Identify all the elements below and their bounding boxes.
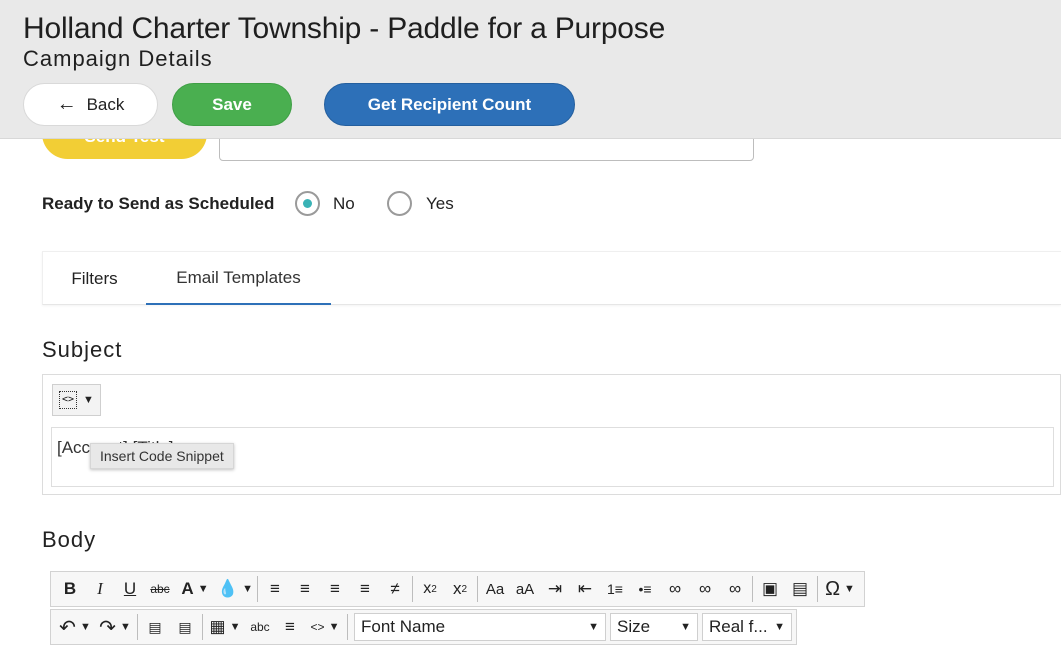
align-right-icon[interactable]: ≡ [320,575,350,603]
get-recipient-count-button[interactable]: Get Recipient Count [324,83,575,126]
back-button[interactable]: ← Back [23,83,158,126]
subject-input[interactable]: [Account] [Title] Insert Code Snippet [51,427,1054,487]
chevron-down-icon: ▼ [588,621,599,633]
code-snippet-icon: <> [59,391,78,409]
body-toolbar-row-2: ↶ ▼ ↷ ▼ ▤ ▤ ▦ ▼ abc ≡ <> ▼ Font Name ▼ Size … [50,609,797,645]
outdent-icon[interactable]: ⇤ [570,575,600,603]
arrow-left-icon: ← [56,93,77,115]
ready-no-radio[interactable] [295,191,320,216]
insert-code-snippet-button[interactable]: <> ▼ [52,384,101,416]
font-name-value: Font Name [361,617,446,636]
toolbar-divider [817,576,818,602]
font-color-icon[interactable]: A ▼ [175,575,215,603]
subscript-icon[interactable]: x2 [445,575,475,603]
align-center-icon[interactable]: ≡ [290,575,320,603]
toolbar-divider [257,576,258,602]
body-heading: Body [42,527,97,552]
anchor-icon[interactable]: ∞ [720,575,750,603]
paste-as-text-icon[interactable]: ▤ [170,613,200,641]
tab-filters[interactable]: Filters [43,252,146,305]
indent-icon[interactable]: ⇥ [540,575,570,603]
underline-icon[interactable]: U [115,575,145,603]
chevron-down-icon: ▼ [83,394,94,406]
special-character-icon[interactable]: Ω ▼ [820,575,860,603]
ready-yes-label[interactable]: Yes [426,194,454,214]
body-toolbar-row-1: B I U abc A ▼ 💧 ▼ ≡ ≡ ≡ ≡ ≠ x2 x2 Aa aA ⇥ … [50,571,865,607]
page-header: Holland Charter Township - Paddle for a … [0,0,1061,139]
chevron-down-icon: ▼ [774,621,785,633]
toolbar-divider [752,576,753,602]
paste-from-word-icon[interactable]: ▤ [140,613,170,641]
code-snippet-icon[interactable]: <> ▼ [305,613,345,641]
page-subtitle: Campaign Details [23,46,213,71]
toolbar-divider [202,614,203,640]
toolbar-divider [477,576,478,602]
unordered-list-icon[interactable]: •≡ [630,575,660,603]
justify-icon[interactable]: ≡ [350,575,380,603]
font-size-value: Size [617,617,651,636]
unlink-icon[interactable]: ∞ [690,575,720,603]
toolbar-divider [137,614,138,640]
format-value: Real f... [709,617,768,636]
undo-icon[interactable]: ↶ ▼ [55,613,95,641]
chevron-down-icon: ▼ [680,621,691,633]
format-select[interactable]: Real f... ▼ [702,613,792,641]
lowercase-icon[interactable]: aA [510,575,540,603]
superscript-icon[interactable]: x2 [415,575,445,603]
clear-format-icon[interactable]: ≠ [380,575,410,603]
align-left-icon[interactable]: ≡ [260,575,290,603]
ready-to-send-label: Ready to Send as Scheduled [42,194,275,213]
back-button-label: Back [86,94,125,114]
insert-code-snippet-tooltip: Insert Code Snippet [90,443,234,469]
toolbar-divider [412,576,413,602]
link-icon[interactable]: ∞ [660,575,690,603]
ordered-list-icon[interactable]: 1≡ [600,575,630,603]
uppercase-icon[interactable]: Aa [480,575,510,603]
subject-editor: <> ▼ [Account] [Title] Insert Code Snipp… [42,374,1061,495]
redo-icon[interactable]: ↷ ▼ [95,613,135,641]
subject-heading: Subject [42,337,123,362]
strikethrough-icon[interactable]: abc [145,575,175,603]
ready-yes-radio[interactable] [387,191,412,216]
font-name-select[interactable]: Font Name ▼ [354,613,606,641]
save-button[interactable]: Save [172,83,292,126]
template-icon[interactable]: ▤ [785,575,815,603]
toolbar-divider [347,614,348,640]
tab-email-templates[interactable]: Email Templates [146,252,331,305]
campaign-tabs: Filters Email Templates [42,251,1061,305]
spellcheck-icon[interactable]: abc [245,613,275,641]
italic-icon[interactable]: I [85,575,115,603]
background-color-icon[interactable]: 💧 ▼ [215,575,255,603]
ready-no-label[interactable]: No [333,194,355,214]
campaign-title: Holland Charter Township - Paddle for a … [23,12,666,45]
paragraph-format-icon[interactable]: ≡ [275,613,305,641]
image-icon[interactable]: ▣ [755,575,785,603]
table-icon[interactable]: ▦ ▼ [205,613,245,641]
bold-icon[interactable]: B [55,575,85,603]
font-size-select[interactable]: Size ▼ [610,613,698,641]
